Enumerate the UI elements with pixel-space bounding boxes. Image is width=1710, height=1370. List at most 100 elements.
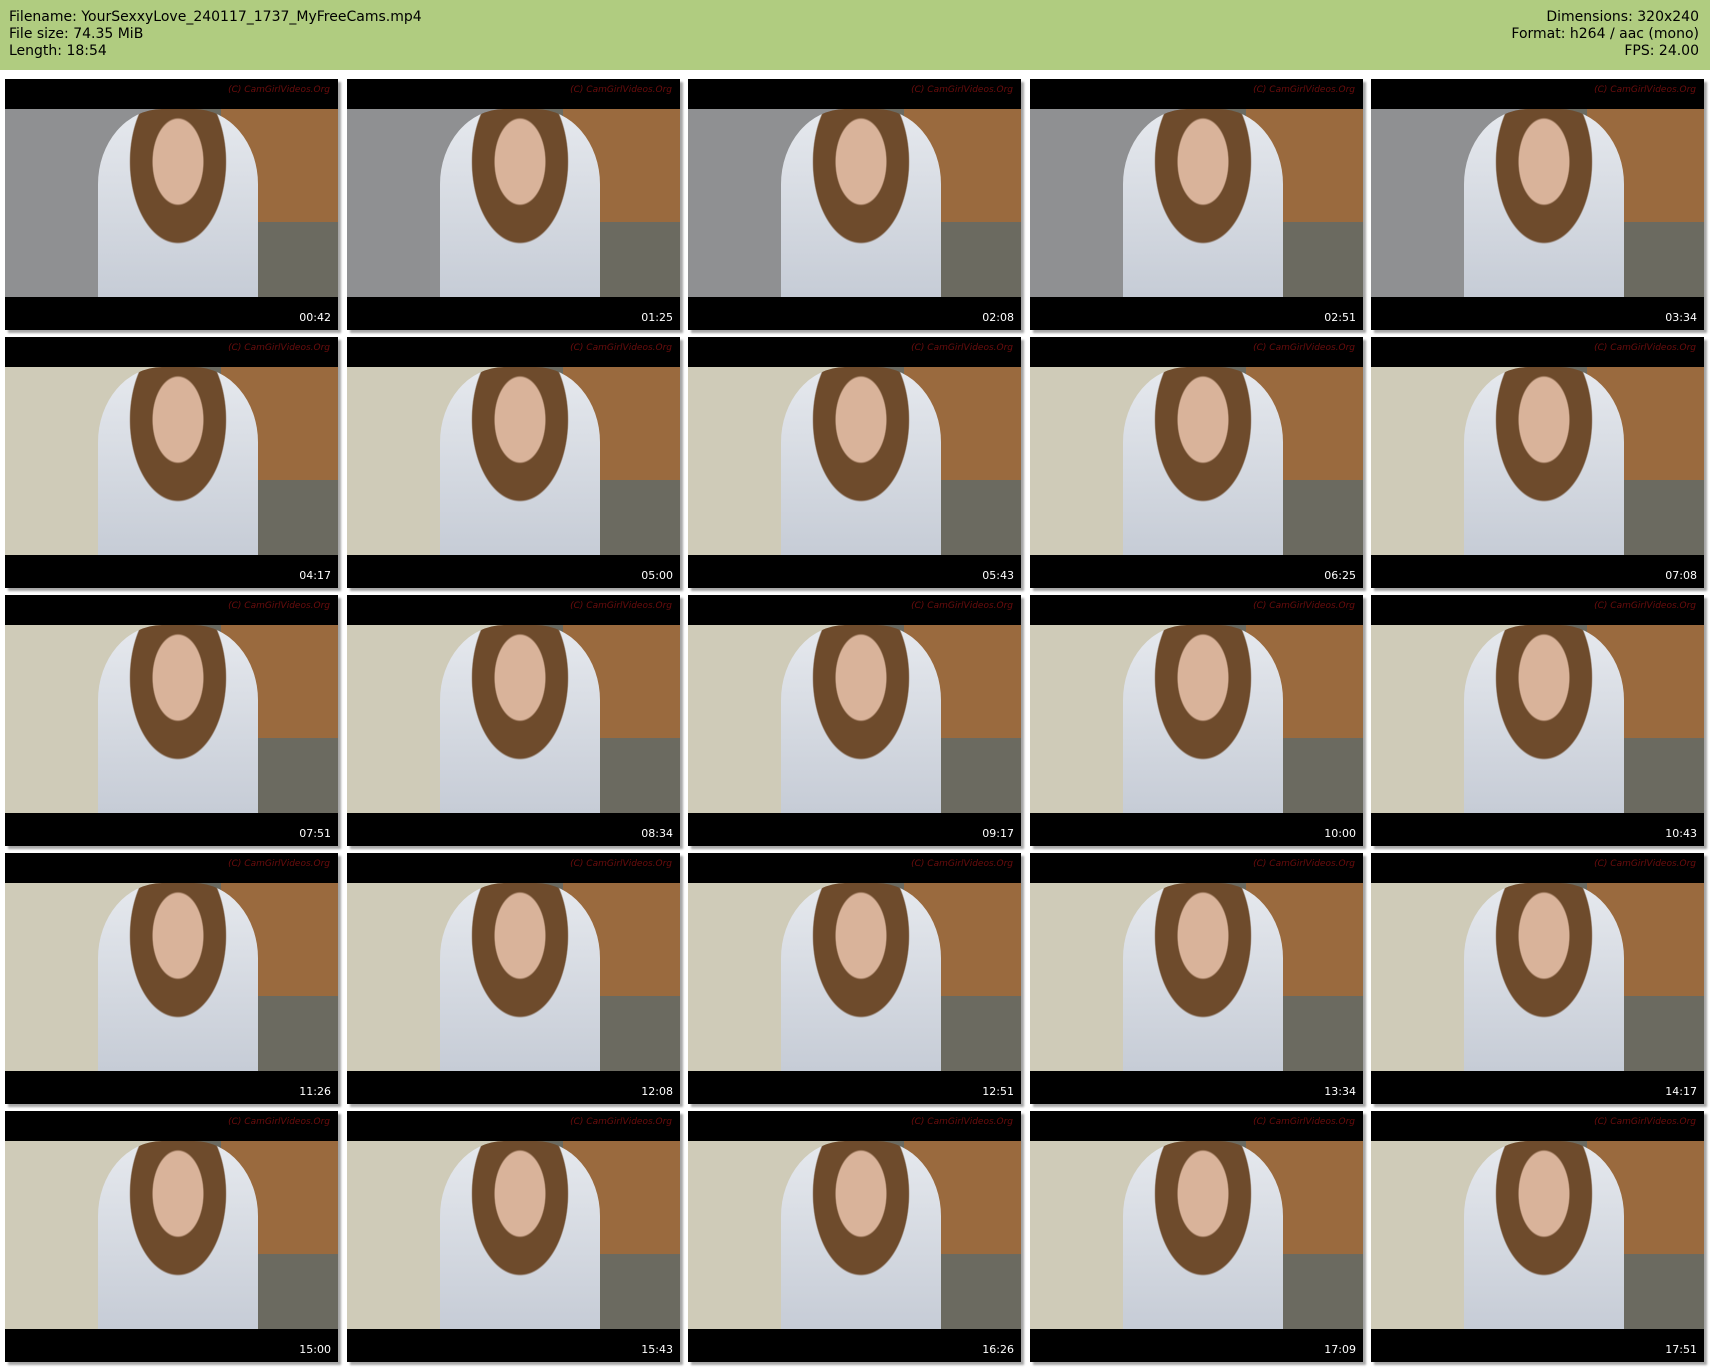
timestamp-label: 10:00 — [1324, 827, 1356, 840]
thumbnail-frame: (C) CamGirlVideos.Org 16:26 — [688, 1111, 1021, 1362]
thumbnail-frame: (C) CamGirlVideos.Org 17:51 — [1371, 1111, 1704, 1362]
watermark: (C) CamGirlVideos.Org — [1594, 1117, 1696, 1127]
fps-row: FPS: 24.00 — [1511, 43, 1699, 60]
watermark: (C) CamGirlVideos.Org — [911, 601, 1013, 611]
timestamp-label: 11:26 — [299, 1085, 331, 1098]
video-still — [1030, 109, 1363, 297]
filesize-row: File size: 74.35 MiB — [9, 26, 422, 43]
thumbnail-frame: (C) CamGirlVideos.Org 02:08 — [688, 79, 1021, 330]
figure-silhouette — [1123, 109, 1284, 297]
watermark: (C) CamGirlVideos.Org — [1253, 1117, 1355, 1127]
watermark: (C) CamGirlVideos.Org — [911, 1117, 1013, 1127]
video-still — [688, 367, 1021, 555]
figure-silhouette — [781, 109, 942, 297]
thumbnail-frame: (C) CamGirlVideos.Org 07:51 — [5, 595, 338, 846]
thumbnail-frame: (C) CamGirlVideos.Org 13:34 — [1030, 853, 1363, 1104]
figure-silhouette — [98, 109, 259, 297]
timestamp-label: 09:17 — [982, 827, 1014, 840]
watermark: (C) CamGirlVideos.Org — [228, 601, 330, 611]
thumbnail-frame: (C) CamGirlVideos.Org 00:42 — [5, 79, 338, 330]
timestamp-label: 07:08 — [1665, 569, 1697, 582]
filename-label: Filename: — [9, 9, 77, 25]
stream-info: Dimensions: 320x240 Format: h264 / aac (… — [1511, 9, 1699, 60]
thumbnail-frame: (C) CamGirlVideos.Org 04:17 — [5, 337, 338, 588]
file-info: Filename: YourSexxyLove_240117_1737_MyFr… — [9, 9, 422, 60]
timestamp-label: 16:26 — [982, 1343, 1014, 1356]
watermark: (C) CamGirlVideos.Org — [1594, 85, 1696, 95]
watermark: (C) CamGirlVideos.Org — [228, 85, 330, 95]
info-header: Filename: YourSexxyLove_240117_1737_MyFr… — [0, 0, 1710, 70]
video-still — [1371, 1141, 1704, 1329]
figure-silhouette — [440, 625, 601, 813]
format-row: Format: h264 / aac (mono) — [1511, 26, 1699, 43]
filesize-label: File size: — [9, 26, 69, 42]
watermark: (C) CamGirlVideos.Org — [911, 859, 1013, 869]
timestamp-label: 02:08 — [982, 311, 1014, 324]
figure-silhouette — [98, 883, 259, 1071]
thumbnail-grid: (C) CamGirlVideos.Org 00:42 (C) CamGirlVid… — [0, 70, 1710, 1370]
thumbnail-frame: (C) CamGirlVideos.Org 05:00 — [347, 337, 680, 588]
video-still — [688, 1141, 1021, 1329]
thumbnail-frame: (C) CamGirlVideos.Org 08:34 — [347, 595, 680, 846]
length-value: 18:54 — [66, 43, 107, 59]
timestamp-label: 12:08 — [641, 1085, 673, 1098]
thumbnail-frame: (C) CamGirlVideos.Org 01:25 — [347, 79, 680, 330]
video-still — [347, 367, 680, 555]
figure-silhouette — [1123, 625, 1284, 813]
length-row: Length: 18:54 — [9, 43, 422, 60]
timestamp-label: 12:51 — [982, 1085, 1014, 1098]
video-still — [1030, 883, 1363, 1071]
figure-silhouette — [781, 883, 942, 1071]
watermark: (C) CamGirlVideos.Org — [1253, 601, 1355, 611]
watermark: (C) CamGirlVideos.Org — [570, 85, 672, 95]
figure-silhouette — [1464, 1141, 1625, 1329]
timestamp-label: 13:34 — [1324, 1085, 1356, 1098]
watermark: (C) CamGirlVideos.Org — [1253, 859, 1355, 869]
timestamp-label: 05:43 — [982, 569, 1014, 582]
video-still — [5, 1141, 338, 1329]
timestamp-label: 01:25 — [641, 311, 673, 324]
watermark: (C) CamGirlVideos.Org — [1253, 85, 1355, 95]
watermark: (C) CamGirlVideos.Org — [1594, 859, 1696, 869]
video-still — [1030, 1141, 1363, 1329]
timestamp-label: 17:51 — [1665, 1343, 1697, 1356]
timestamp-label: 05:00 — [641, 569, 673, 582]
thumbnail-frame: (C) CamGirlVideos.Org 10:00 — [1030, 595, 1363, 846]
video-still — [5, 109, 338, 297]
video-still — [5, 625, 338, 813]
timestamp-label: 14:17 — [1665, 1085, 1697, 1098]
video-still — [347, 625, 680, 813]
filename-value: YourSexxyLove_240117_1737_MyFreeCams.mp4 — [81, 9, 422, 25]
watermark: (C) CamGirlVideos.Org — [911, 343, 1013, 353]
video-still — [5, 367, 338, 555]
watermark: (C) CamGirlVideos.Org — [228, 343, 330, 353]
video-still — [1371, 109, 1704, 297]
thumbnail-frame: (C) CamGirlVideos.Org 14:17 — [1371, 853, 1704, 1104]
video-still — [1371, 883, 1704, 1071]
watermark: (C) CamGirlVideos.Org — [570, 1117, 672, 1127]
figure-silhouette — [1123, 883, 1284, 1071]
thumbnail-frame: (C) CamGirlVideos.Org 15:43 — [347, 1111, 680, 1362]
timestamp-label: 03:34 — [1665, 311, 1697, 324]
watermark: (C) CamGirlVideos.Org — [1253, 343, 1355, 353]
timestamp-label: 10:43 — [1665, 827, 1697, 840]
thumbnail-frame: (C) CamGirlVideos.Org 02:51 — [1030, 79, 1363, 330]
timestamp-label: 17:09 — [1324, 1343, 1356, 1356]
timestamp-label: 04:17 — [299, 569, 331, 582]
video-still — [347, 1141, 680, 1329]
figure-silhouette — [1123, 1141, 1284, 1329]
thumbnail-frame: (C) CamGirlVideos.Org 11:26 — [5, 853, 338, 1104]
length-label: Length: — [9, 43, 63, 59]
figure-silhouette — [1464, 883, 1625, 1071]
figure-silhouette — [440, 883, 601, 1071]
watermark: (C) CamGirlVideos.Org — [570, 859, 672, 869]
figure-silhouette — [440, 367, 601, 555]
format-label: Format: — [1511, 26, 1566, 42]
timestamp-label: 06:25 — [1324, 569, 1356, 582]
dimensions-row: Dimensions: 320x240 — [1511, 9, 1699, 26]
figure-silhouette — [1123, 367, 1284, 555]
watermark: (C) CamGirlVideos.Org — [570, 601, 672, 611]
dimensions-label: Dimensions: — [1546, 9, 1633, 25]
timestamp-label: 02:51 — [1324, 311, 1356, 324]
video-still — [5, 883, 338, 1071]
